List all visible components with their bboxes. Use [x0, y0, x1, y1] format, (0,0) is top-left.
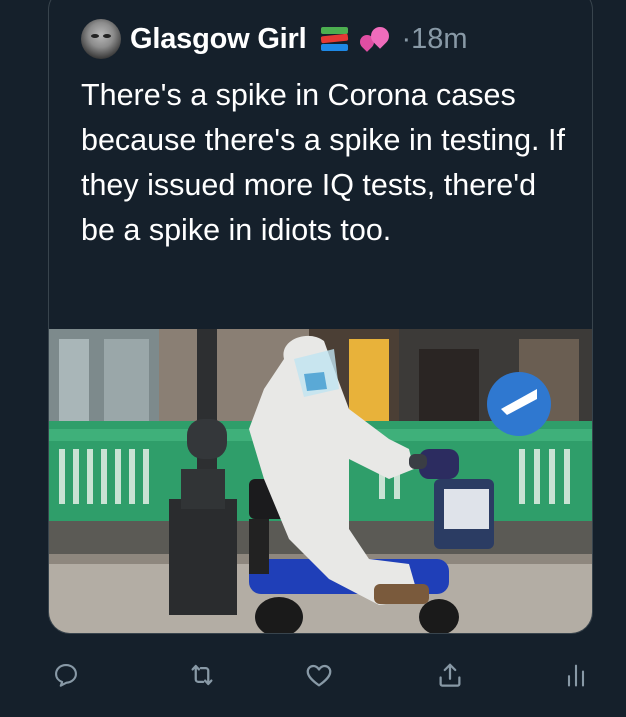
avatar[interactable]: [81, 19, 121, 59]
author-name[interactable]: Glasgow Girl: [130, 23, 307, 56]
share-icon: [439, 663, 461, 687]
tweet-text: There's a spike in Corona cases because …: [81, 78, 565, 247]
heart-icon: [306, 664, 332, 687]
analytics-icon: [567, 664, 585, 687]
tweet-card[interactable]: Glasgow Girl ·18m There's a spike in Cor…: [48, 0, 593, 634]
retweet-icon: [191, 664, 213, 686]
analytics-button[interactable]: [556, 650, 596, 700]
tweet-timestamp[interactable]: ·18m: [401, 23, 467, 56]
tweet-photo[interactable]: [49, 329, 593, 634]
comment-icon: [55, 664, 77, 687]
retweet-button[interactable]: [182, 650, 222, 700]
share-button[interactable]: [430, 650, 470, 700]
tweet-actions-bar: [0, 650, 626, 700]
reply-button[interactable]: [46, 650, 86, 700]
tweet-header: Glasgow Girl ·18m: [81, 17, 468, 61]
books-icon: [319, 25, 349, 53]
like-button[interactable]: [299, 650, 339, 700]
two-hearts-icon: [357, 23, 394, 53]
